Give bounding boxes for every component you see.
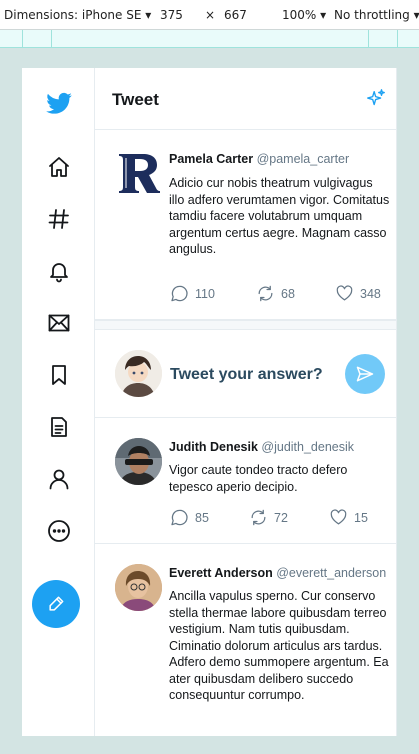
compose-button[interactable] xyxy=(32,580,80,628)
tweet-header: Judith Denesik @judith_denesik xyxy=(169,440,354,454)
height-input[interactable]: 667 xyxy=(224,8,247,22)
retweet-button[interactable]: 72 xyxy=(249,508,288,527)
avatar[interactable] xyxy=(115,438,162,485)
devtools-toolbar: Dimensions: iPhone SE ▾ 375 × 667 100% ▾… xyxy=(0,0,419,30)
throttle-select[interactable]: No throttling ▾ xyxy=(334,8,419,22)
device-select[interactable]: Dimensions: iPhone SE ▾ xyxy=(4,8,151,22)
heart-icon xyxy=(336,285,353,301)
avatar[interactable] xyxy=(115,150,162,197)
divider xyxy=(95,320,396,330)
mail-icon[interactable] xyxy=(44,308,74,338)
send-button[interactable] xyxy=(345,354,385,394)
reply-composer[interactable]: Tweet your answer? xyxy=(95,330,396,418)
author-handle[interactable]: @judith_denesik xyxy=(261,440,354,454)
comment-icon xyxy=(171,509,188,526)
retweet-count: 72 xyxy=(274,510,288,525)
retweet-button[interactable]: 68 xyxy=(256,284,295,303)
author-handle[interactable]: @pamela_carter xyxy=(257,152,350,166)
author-name[interactable]: Pamela Carter xyxy=(169,152,253,166)
times-label: × xyxy=(205,8,216,22)
like-count: 348 xyxy=(360,286,381,301)
reply-button[interactable]: 110 xyxy=(170,284,215,303)
page-header: Tweet xyxy=(95,68,396,130)
sidebar xyxy=(22,68,95,736)
retweet-icon xyxy=(258,285,273,302)
like-count: 15 xyxy=(354,510,368,525)
tweet-header: Pamela Carter @pamela_carter xyxy=(169,152,349,166)
tweet-text: Adicio cur nobis theatrum vulgivagus ill… xyxy=(169,176,390,256)
zoom-label: 100% xyxy=(282,8,317,22)
hashtag-icon[interactable] xyxy=(44,204,74,234)
heart-icon xyxy=(330,509,347,525)
reply-count: 85 xyxy=(195,510,209,525)
compose-icon xyxy=(49,596,64,611)
reply-tweet[interactable]: Judith Denesik @judith_denesik Vigor cau… xyxy=(95,418,396,544)
retweet-icon xyxy=(251,509,266,526)
bell-icon[interactable] xyxy=(44,256,74,286)
tweet-text: Vigor caute tondeo tracto defero tepesco… xyxy=(169,463,348,494)
document-icon[interactable] xyxy=(44,412,74,442)
zoom-select[interactable]: 100% ▾ xyxy=(282,8,326,22)
throttle-label: No throttling xyxy=(334,8,410,22)
reply-tweet[interactable]: Everett Anderson @everett_anderson Ancil… xyxy=(95,544,396,736)
device-viewport: Tweet Pamela Carter @pamela_carter Adici… xyxy=(22,68,397,736)
reply-count: 110 xyxy=(195,286,215,301)
tweet-header: Everett Anderson @everett_anderson xyxy=(169,566,386,580)
send-icon xyxy=(356,366,374,382)
width-input[interactable]: 375 xyxy=(160,8,183,22)
main-column: Tweet Pamela Carter @pamela_carter Adici… xyxy=(95,68,396,736)
page-title: Tweet xyxy=(112,90,159,109)
like-button[interactable]: 15 xyxy=(329,508,368,527)
my-avatar[interactable] xyxy=(115,350,162,397)
author-name[interactable]: Judith Denesik xyxy=(169,440,258,454)
author-name[interactable]: Everett Anderson xyxy=(169,566,273,580)
sparkle-icon[interactable] xyxy=(365,88,387,110)
media-query-ruler xyxy=(0,30,419,48)
retweet-count: 68 xyxy=(281,286,295,301)
avatar[interactable] xyxy=(115,564,162,611)
user-icon[interactable] xyxy=(44,464,74,494)
comment-icon xyxy=(171,285,188,302)
twitter-logo-icon[interactable] xyxy=(44,89,74,119)
bookmark-icon[interactable] xyxy=(44,360,74,390)
device-label: Dimensions: iPhone SE xyxy=(4,8,142,22)
like-button[interactable]: 348 xyxy=(335,284,381,303)
reply-button[interactable]: 85 xyxy=(170,508,209,527)
reply-prompt[interactable]: Tweet your answer? xyxy=(170,366,323,384)
more-icon[interactable] xyxy=(44,516,74,546)
main-tweet[interactable]: Pamela Carter @pamela_carter Adicio cur … xyxy=(95,130,396,320)
home-icon[interactable] xyxy=(44,152,74,182)
tweet-text: Ancilla vapulus sperno. Cur conservo ste… xyxy=(169,589,389,702)
author-handle[interactable]: @everett_anderson xyxy=(276,566,386,580)
